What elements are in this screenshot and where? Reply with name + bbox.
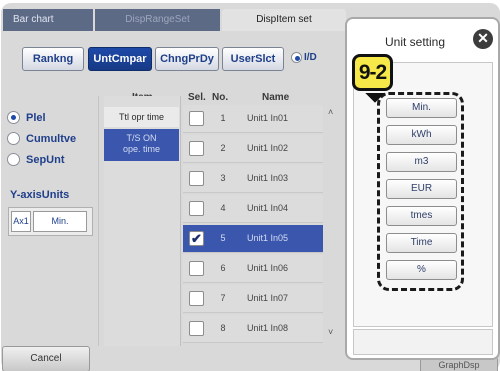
item-label-line2: ope. time <box>122 144 161 154</box>
yaxis-units-box: Ax1 Min. <box>8 207 93 236</box>
row-unit-name: Unit1 In07 <box>247 293 289 303</box>
unit-table: 1 Unit1 In01 2 Unit1 In02 3 Unit1 In03 4 Unit1 … <box>183 105 323 346</box>
table-row[interactable]: 1 Unit1 In01 <box>183 105 323 133</box>
row-checkbox[interactable]: ✔ <box>189 231 204 246</box>
unit-button-m3[interactable]: m3 <box>386 152 457 172</box>
radio-dot[interactable] <box>7 132 20 145</box>
row-number: 5 <box>220 233 226 243</box>
row-number: 8 <box>220 323 226 333</box>
table-row[interactable]: 4 Unit1 In04 <box>183 195 323 223</box>
io-radio[interactable]: I/D <box>291 52 347 66</box>
table-row[interactable]: 7 Unit1 In07 <box>183 285 323 313</box>
row-unit-name: Unit1 In05 <box>247 233 289 243</box>
scrollbar[interactable] <box>327 105 337 340</box>
row-number: 3 <box>220 173 226 183</box>
radio-label: SepUnt <box>26 154 65 166</box>
radio-label: Cumultve <box>26 133 77 145</box>
mode-button-rankng[interactable]: Rankng <box>22 47 84 71</box>
tab-disp-item-set[interactable]: DispItem set <box>222 9 346 31</box>
radio-dot[interactable] <box>7 153 20 166</box>
table-row[interactable]: 6 Unit1 In06 <box>183 255 323 283</box>
row-checkbox[interactable] <box>189 201 204 216</box>
mode-button-userslct[interactable]: UserSlct <box>222 47 284 71</box>
row-checkbox[interactable] <box>189 261 204 276</box>
mode-button-untcmpar[interactable]: UntCmpar <box>88 47 152 71</box>
item-ts-on-operation-time[interactable]: T/S ON ope. time <box>104 129 179 161</box>
row-number: 1 <box>220 113 226 123</box>
step-badge: 9-2 <box>352 54 393 91</box>
row-number: 6 <box>220 263 226 273</box>
unit-button-min[interactable]: Min. <box>386 98 457 118</box>
row-unit-name: Unit1 In06 <box>247 263 289 273</box>
row-checkbox[interactable] <box>189 291 204 306</box>
io-radio-dot[interactable] <box>291 52 302 63</box>
axis-label: Ax1 <box>11 211 31 232</box>
header-sel: Sel. <box>188 92 206 103</box>
row-checkbox[interactable] <box>189 171 204 186</box>
tab-disp-range-set[interactable]: DispRangeSet <box>95 9 220 31</box>
unit-button-eur[interactable]: EUR <box>386 179 457 199</box>
radio-label: Plel <box>26 112 46 124</box>
radio-dot[interactable] <box>7 111 20 124</box>
unit-button-percent[interactable]: % <box>386 260 457 280</box>
row-number: 2 <box>220 143 226 153</box>
header-no: No. <box>212 92 229 103</box>
table-row[interactable]: 3 Unit1 In03 <box>183 165 323 193</box>
row-unit-name: Unit1 In03 <box>247 173 289 183</box>
scroll-up-icon[interactable]: ˄ <box>328 107 333 117</box>
row-unit-name: Unit1 In01 <box>247 113 289 123</box>
row-unit-name: Unit1 In02 <box>247 143 289 153</box>
mode-button-chngprdy[interactable]: ChngPrDy <box>155 47 219 71</box>
table-row[interactable]: ✔ 5 Unit1 In05 <box>183 225 323 253</box>
row-number: 4 <box>220 203 226 213</box>
row-checkbox[interactable] <box>189 321 204 336</box>
item-total-operation-time[interactable]: Ttl opr time <box>104 107 179 127</box>
item-label-line1: T/S ON <box>126 133 157 143</box>
row-checkbox[interactable] <box>189 141 204 156</box>
header-name: Name <box>262 92 290 103</box>
axis-unit-value[interactable]: Min. <box>33 211 87 232</box>
unit-button-kwh[interactable]: kWh <box>386 125 457 145</box>
left-panel: Plel Cumultve SepUnt Y-axisUnits Ax1 Min… <box>3 96 99 346</box>
screen: Bar chart DispRangeSet DispItem set Rank… <box>0 0 500 371</box>
table-row[interactable]: 2 Unit1 In02 <box>183 135 323 163</box>
close-icon[interactable]: ✕ <box>473 29 493 49</box>
unit-button-time[interactable]: Time <box>386 233 457 253</box>
tab-bar-chart[interactable]: Bar chart <box>3 9 93 31</box>
io-radio-label: I/D <box>304 52 317 63</box>
row-checkbox[interactable] <box>189 111 204 126</box>
scroll-down-icon[interactable]: ˅ <box>328 327 333 337</box>
table-row[interactable]: 8 Unit1 In08 <box>183 315 323 343</box>
row-unit-name: Unit1 In04 <box>247 203 289 213</box>
row-unit-name: Unit1 In08 <box>247 323 289 333</box>
cancel-button[interactable]: Cancel <box>2 346 90 371</box>
yaxis-units-title: Y-axisUnits <box>10 189 70 201</box>
popup-title: Unit setting <box>385 35 446 49</box>
unit-button-tmes[interactable]: tmes <box>386 206 457 226</box>
popup-footer <box>353 329 493 355</box>
row-number: 7 <box>220 293 226 303</box>
